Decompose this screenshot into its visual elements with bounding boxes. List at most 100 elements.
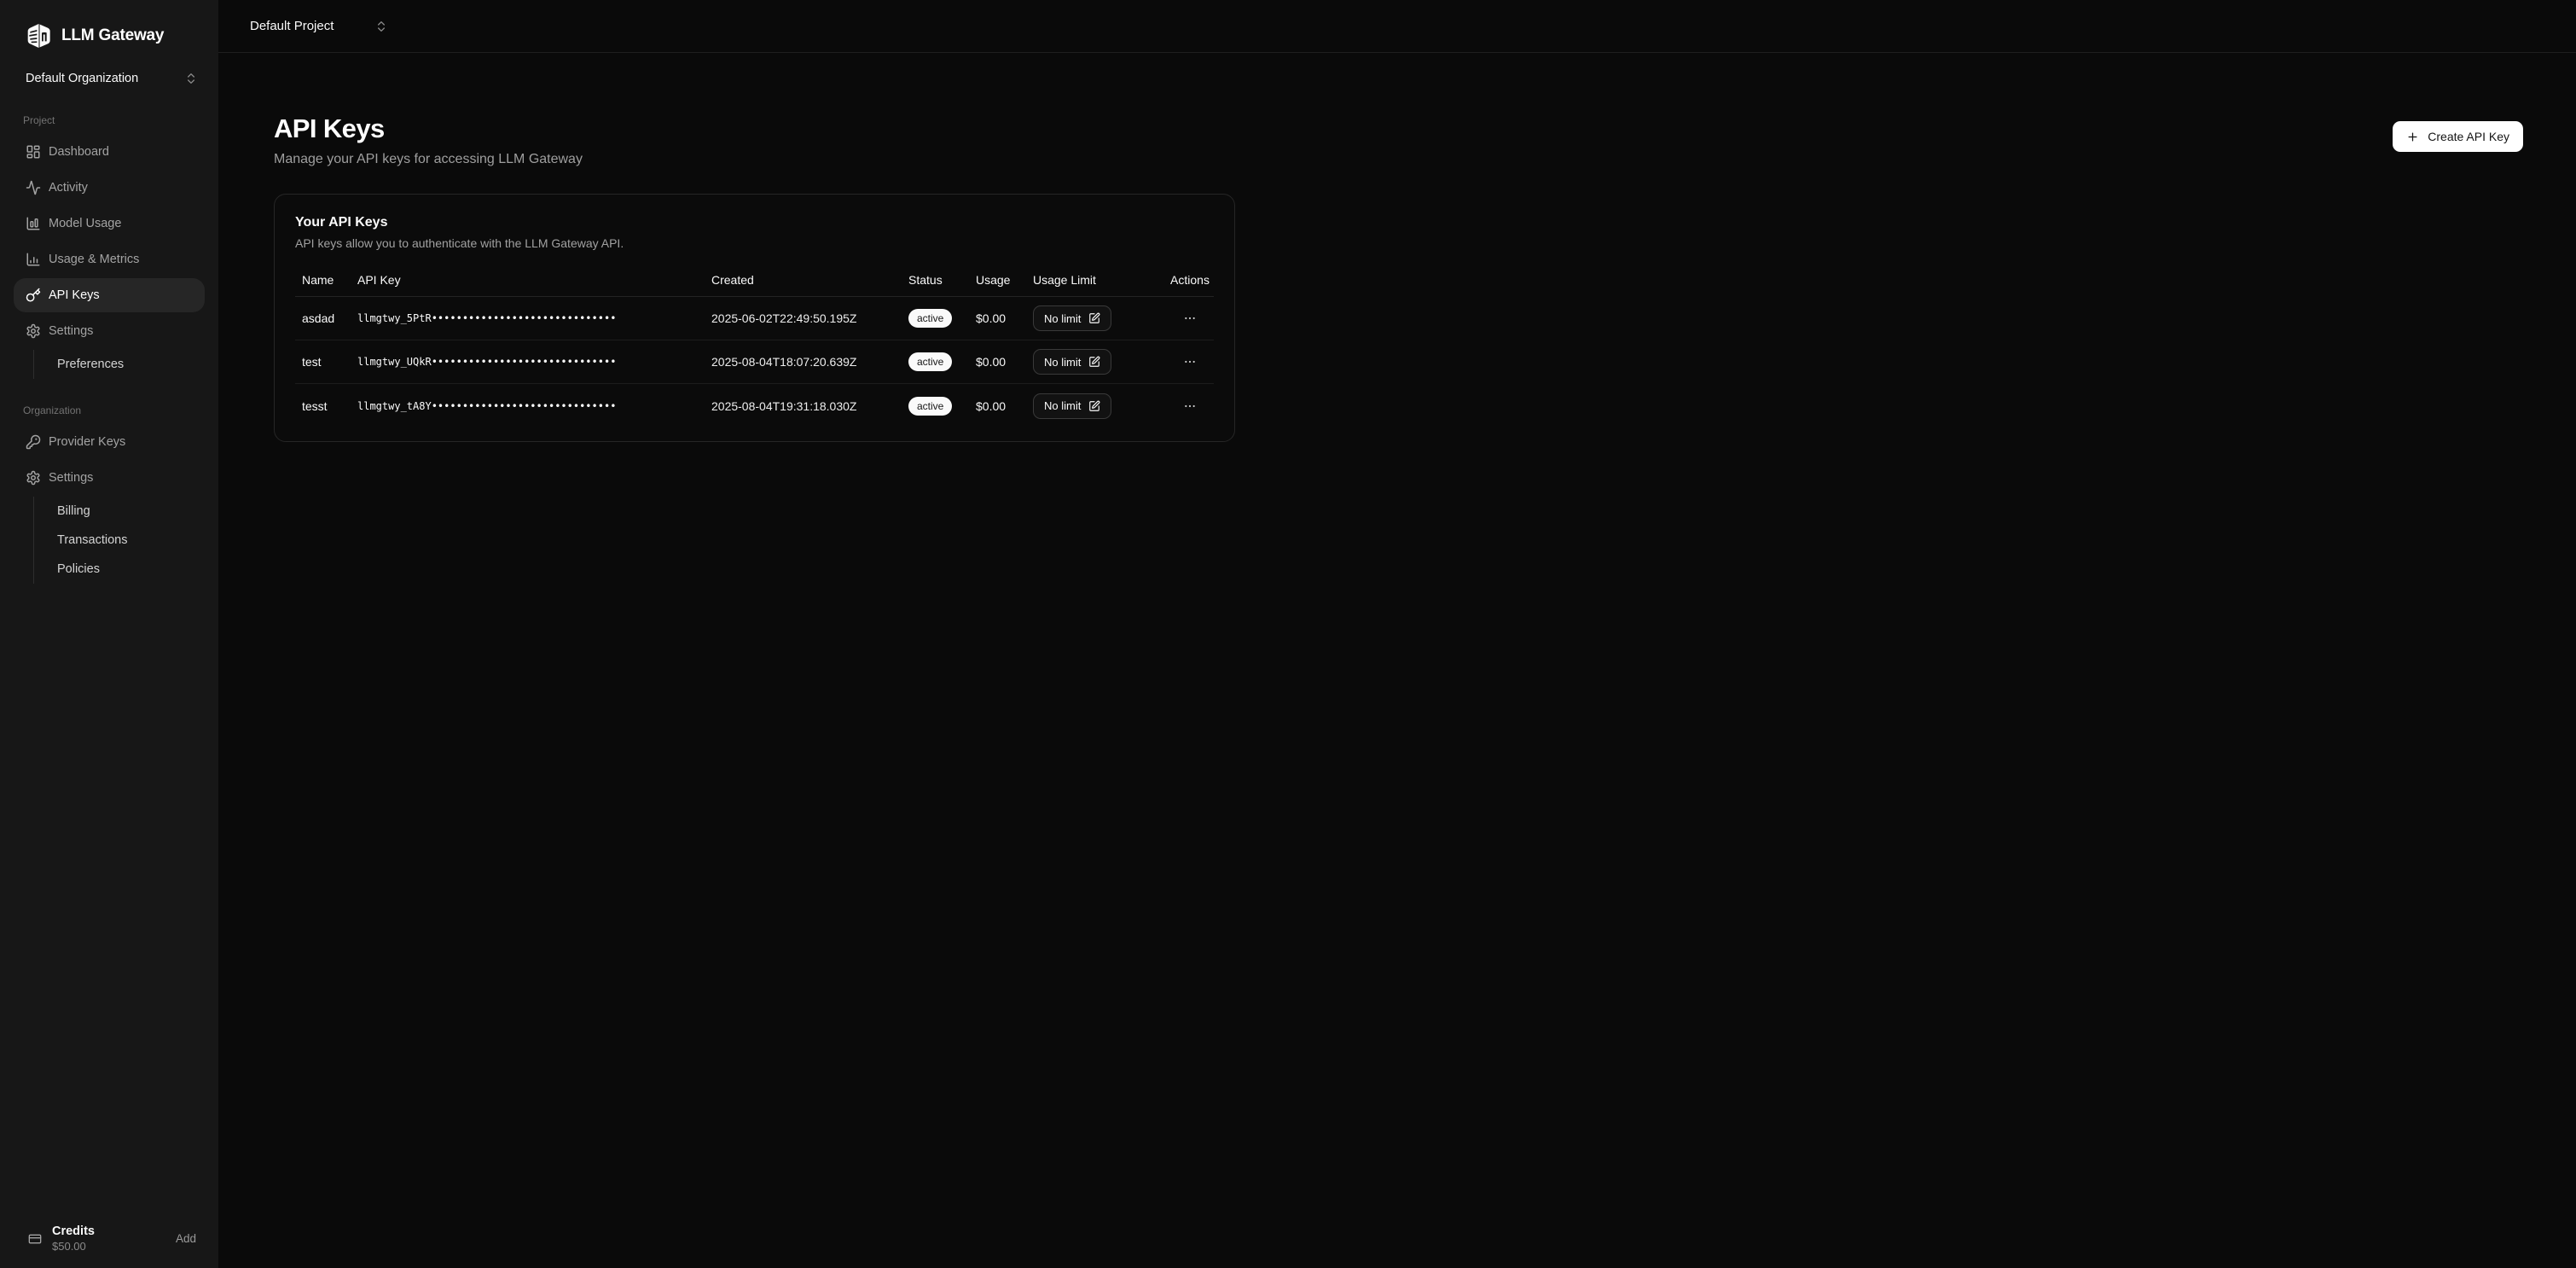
organization-selector[interactable]: Default Organization [26,72,198,85]
sidebar-item-provider-keys[interactable]: Provider Keys [0,425,218,459]
sidebar-item-model-usage[interactable]: Model Usage [0,206,218,241]
usage-limit-label: No limit [1044,399,1081,412]
col-header-usage: Usage [969,273,1026,287]
row-actions-button[interactable] [1180,396,1200,416]
sidebar-item-transactions[interactable]: Transactions [34,526,218,555]
status-badge: active [908,309,952,328]
sidebar-item-label: Usage & Metrics [49,253,139,266]
table-row: tesst llmgtwy_tA8Y••••••••••••••••••••••… [295,384,1214,428]
project-selector[interactable]: Default Project [250,19,388,33]
status-badge: active [908,397,952,416]
col-header-api-key: API Key [351,273,705,287]
sidebar-item-policies[interactable]: Policies [34,555,218,584]
key-icon [26,288,41,303]
org-settings-subnav: Billing Transactions Policies [33,497,218,584]
key-name: test [295,355,351,369]
sidebar-item-label: Settings [49,471,93,485]
sidebar-item-label: Settings [49,324,93,338]
row-actions-button[interactable] [1180,308,1200,329]
col-header-usage-limit: Usage Limit [1026,273,1159,287]
edit-pencil-icon [1088,356,1100,368]
col-header-actions: Actions [1159,273,1214,287]
add-credits-button[interactable]: Add [174,1229,198,1248]
row-actions-button[interactable] [1180,352,1200,372]
page-subtitle: Manage your API keys for accessing LLM G… [274,152,2523,167]
bar-chart-icon [26,216,41,231]
key-masked-value: llmgtwy_tA8Y••••••••••••••••••••••••••••… [351,400,705,412]
usage-limit-button[interactable]: No limit [1033,393,1111,419]
brand: LLM Gateway [0,0,218,60]
key-masked-value: llmgtwy_UQkR••••••••••••••••••••••••••••… [351,356,705,368]
sidebar-item-label: Model Usage [49,217,121,230]
key-usage: $0.00 [969,311,1026,325]
table-header-row: Name API Key Created Status Usage Usage … [295,263,1214,297]
sidebar-item-dashboard[interactable]: Dashboard [0,135,218,169]
sidebar-item-label: Preferences [57,358,124,371]
project-nav: Dashboard Activity Model Usage Usage & M… [0,135,218,379]
credits-summary: Credits $50.00 Add [0,1214,218,1268]
create-api-key-label: Create API Key [2428,130,2509,143]
create-api-key-button[interactable]: Create API Key [2393,121,2523,152]
sidebar-item-billing[interactable]: Billing [34,497,218,526]
ellipsis-icon [1183,355,1197,369]
key-created-timestamp: 2025-06-02T22:49:50.195Z [705,311,902,325]
key-usage: $0.00 [969,399,1026,413]
project-settings-subnav: Preferences [33,350,218,379]
key-name: asdad [295,311,351,325]
key-icon [26,434,41,450]
col-header-name: Name [295,273,351,287]
sidebar-item-api-keys[interactable]: API Keys [14,278,205,312]
sidebar-item-label: Dashboard [49,145,109,159]
brand-name: LLM Gateway [61,26,164,45]
sidebar-item-preferences[interactable]: Preferences [34,350,218,379]
col-header-status: Status [902,273,969,287]
organization-selector-value: Default Organization [26,72,138,85]
credit-card-icon [28,1232,42,1246]
api-keys-table: Name API Key Created Status Usage Usage … [295,263,1214,428]
status-badge: active [908,352,952,371]
sidebar-item-label: Policies [57,562,100,576]
page-header: API Keys Manage your API keys for access… [274,115,2523,167]
dashboard-icon [26,144,41,160]
key-usage: $0.00 [969,355,1026,369]
sidebar-item-label: Provider Keys [49,435,125,449]
usage-limit-button[interactable]: No limit [1033,305,1111,331]
usage-limit-button[interactable]: No limit [1033,349,1111,375]
sidebar-item-activity[interactable]: Activity [0,171,218,205]
credits-title: Credits [52,1224,164,1238]
gear-icon [26,323,41,339]
sidebar-item-label: API Keys [49,288,100,302]
plus-icon [2406,131,2419,143]
chevrons-up-down-icon [184,72,198,85]
gear-icon [26,470,41,486]
key-created-timestamp: 2025-08-04T18:07:20.639Z [705,355,902,369]
sidebar-item-label: Activity [49,181,88,195]
card-description: API keys allow you to authenticate with … [295,236,1214,250]
chart-column-icon [26,252,41,267]
sidebar-item-label: Billing [57,504,90,518]
sidebar-item-label: Transactions [57,533,127,547]
col-header-created: Created [705,273,902,287]
topbar: Default Project [218,0,2576,53]
table-row: asdad llmgtwy_5PtR••••••••••••••••••••••… [295,297,1214,340]
api-keys-card: Your API Keys API keys allow you to auth… [274,194,1235,442]
llm-gateway-logo-icon [26,22,53,49]
organization-section-label: Organization [0,379,218,425]
usage-limit-label: No limit [1044,356,1081,369]
organization-nav: Provider Keys Settings Billing Transacti… [0,425,218,584]
key-created-timestamp: 2025-08-04T19:31:18.030Z [705,399,902,413]
ellipsis-icon [1183,399,1197,413]
sidebar-item-project-settings[interactable]: Settings [0,314,218,348]
activity-icon [26,180,41,195]
key-masked-value: llmgtwy_5PtR••••••••••••••••••••••••••••… [351,312,705,324]
table-row: test llmgtwy_UQkR•••••••••••••••••••••••… [295,340,1214,384]
sidebar-item-usage-metrics[interactable]: Usage & Metrics [0,242,218,276]
page-title: API Keys [274,115,2523,142]
project-selector-value: Default Project [250,19,334,33]
main-content: API Keys Manage your API keys for access… [218,53,2576,1268]
credits-amount: $50.00 [52,1240,164,1253]
usage-limit-label: No limit [1044,312,1081,325]
chevrons-up-down-icon [374,20,388,33]
sidebar-item-org-settings[interactable]: Settings [0,461,218,495]
key-name: tesst [295,399,351,413]
